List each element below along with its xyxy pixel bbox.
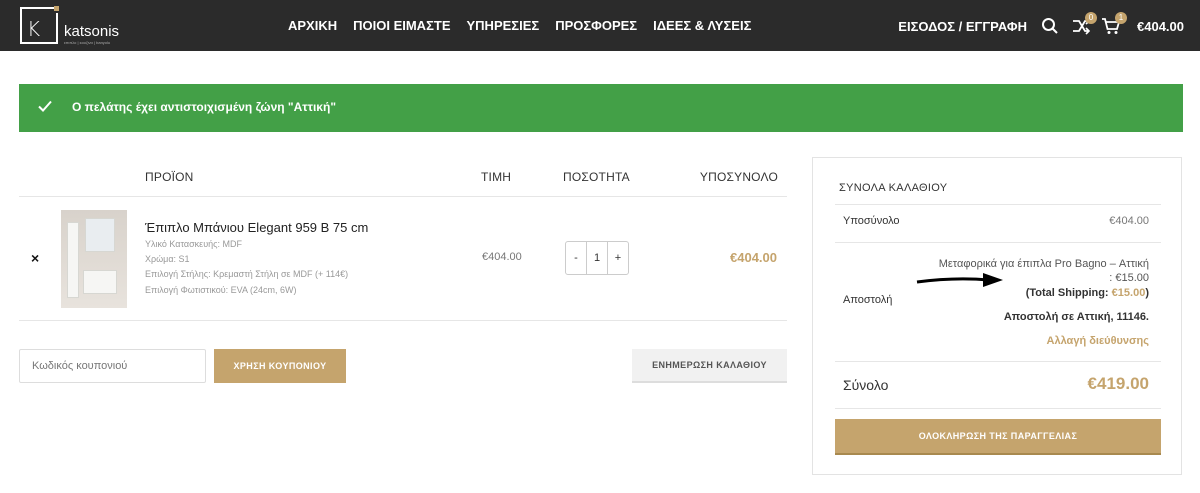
cart-totals-panel: ΣΥΝΟΛΑ ΚΑΛΑΘΙΟΥ Υποσύνολο €404.00 Αποστο… <box>812 157 1182 475</box>
login-register-link[interactable]: ΕΙΣΟΔΟΣ / ΕΓΓΡΑΦΗ <box>898 19 1027 34</box>
col-header-product: ΠΡΟΪΟΝ <box>145 170 194 184</box>
success-notice: Ο πελάτης έχει αντιστοιχισμένη ζώνη "Αττ… <box>19 84 1183 132</box>
total-shipping-value: €15.00 <box>1111 287 1146 299</box>
item-price: €404.00 <box>482 251 522 263</box>
change-address-link[interactable]: Αλλαγή διεύθυνσης <box>1047 334 1149 348</box>
quantity-stepper: - 1 + <box>565 241 629 275</box>
shipping-method-text: Μεταφορικά για έπιπλα Pro Bagno – Αττική <box>938 258 1149 270</box>
remove-item-button[interactable]: × <box>31 250 39 266</box>
compare-count-badge: 0 <box>1085 12 1097 24</box>
nav-about[interactable]: ΠΟΙΟΙ ΕΙΜΑΣΤΕ <box>353 18 450 34</box>
logo-text: katsonis <box>64 23 120 40</box>
total-label: Σύνολο <box>843 377 889 393</box>
logo[interactable]: K katsonis επιπλο | κουζινα | banyolu <box>20 6 130 45</box>
cart-count-badge: 1 <box>1115 12 1127 24</box>
quantity-decrease-button[interactable]: - <box>566 242 586 274</box>
logo-tagline: επιπλο | κουζινα | banyolu <box>64 40 111 45</box>
cart-icon[interactable]: 1 <box>1101 12 1127 35</box>
subtotal-label: Υποσύνολο <box>843 215 900 227</box>
checkmark-icon <box>37 98 53 119</box>
nav-home[interactable]: ΑΡΧΙΚΗ <box>288 18 337 34</box>
header-actions: ΕΙΣΟΔΟΣ / ΕΓΓΡΑΦΗ 0 1 €404.00 <box>898 12 1184 35</box>
product-attribute: Επιλογή Φωτιστικού: EVA (24cm, 6W) <box>145 285 297 295</box>
proceed-to-checkout-button[interactable]: ΟΛΟΚΛΗΡΩΣΗ ΤΗΣ ΠΑΡΑΓΓΕΛΙΑΣ <box>835 419 1161 455</box>
product-attribute: Χρώμα: S1 <box>145 254 190 264</box>
notice-text: Ο πελάτης έχει αντιστοιχισμένη ζώνη "Αττ… <box>72 100 337 114</box>
col-header-price: ΤΙΜΗ <box>481 170 512 184</box>
shipping-method-cost: : €15.00 <box>1109 272 1149 284</box>
quantity-increase-button[interactable]: + <box>608 242 628 274</box>
nav-ideas[interactable]: ΙΔΕΕΣ & ΛΥΣΕΙΣ <box>653 18 751 34</box>
quantity-input[interactable]: 1 <box>586 242 608 274</box>
coupon-code-input[interactable] <box>19 349 206 383</box>
nav-services[interactable]: ΥΠΗΡΕΣΙΕΣ <box>467 18 540 34</box>
logo-k-letter: K <box>27 17 41 41</box>
product-thumbnail[interactable] <box>61 210 127 308</box>
product-name-link[interactable]: Έπιπλο Μπάνιου Elegant 959 B 75 cm <box>145 220 368 235</box>
table-divider <box>19 196 787 197</box>
total-shipping-label: Total Shipping: <box>1029 287 1109 299</box>
main-nav: ΑΡΧΙΚΗ ΠΟΙΟΙ ΕΙΜΑΣΤΕ ΥΠΗΡΕΣΙΕΣ ΠΡΟΣΦΟΡΕΣ… <box>288 18 767 34</box>
product-attribute: Υλικό Κατασκευής: MDF <box>145 239 242 249</box>
compare-icon[interactable]: 0 <box>1071 12 1097 35</box>
totals-divider <box>835 361 1161 362</box>
arrow-right-icon <box>915 270 1005 295</box>
product-attribute: Επιλογή Στήλης: Κρεμαστή Στήλη σε MDF (+… <box>145 269 349 279</box>
total-value: €419.00 <box>1087 374 1149 393</box>
item-subtotal: €404.00 <box>730 250 777 265</box>
ship-to-address: Αποστολή σε Αττική, 11146. <box>1003 311 1149 323</box>
totals-divider <box>835 242 1161 243</box>
totals-divider <box>835 408 1161 409</box>
site-header: K katsonis επιπλο | κουζινα | banyolu ΑΡ… <box>0 0 1200 51</box>
nav-offers[interactable]: ΠΡΟΣΦΟΡΕΣ <box>555 18 637 34</box>
update-cart-button[interactable]: ΕΝΗΜΕΡΩΣΗ ΚΑΛΑΘΙΟΥ <box>632 349 787 383</box>
table-divider <box>19 320 787 321</box>
totals-divider <box>835 204 1161 205</box>
subtotal-value: €404.00 <box>1109 215 1149 227</box>
col-header-subtotal: ΥΠΟΣΥΝΟΛΟ <box>699 170 778 184</box>
cart-totals-title: ΣΥΝΟΛΑ ΚΑΛΑΘΙΟΥ <box>839 182 948 194</box>
apply-coupon-button[interactable]: ΧΡΗΣΗ ΚΟΥΠΟΝΙΟΥ <box>214 349 346 383</box>
search-icon[interactable] <box>1041 17 1061 35</box>
total-shipping: (Total Shipping: €15.00) <box>1025 287 1149 299</box>
shipping-label: Αποστολή <box>843 294 893 306</box>
col-header-quantity: ΠΟΣΟΤΗΤΑ <box>563 170 630 184</box>
header-cart-total[interactable]: €404.00 <box>1137 19 1184 34</box>
logo-accent-dot <box>54 6 59 11</box>
